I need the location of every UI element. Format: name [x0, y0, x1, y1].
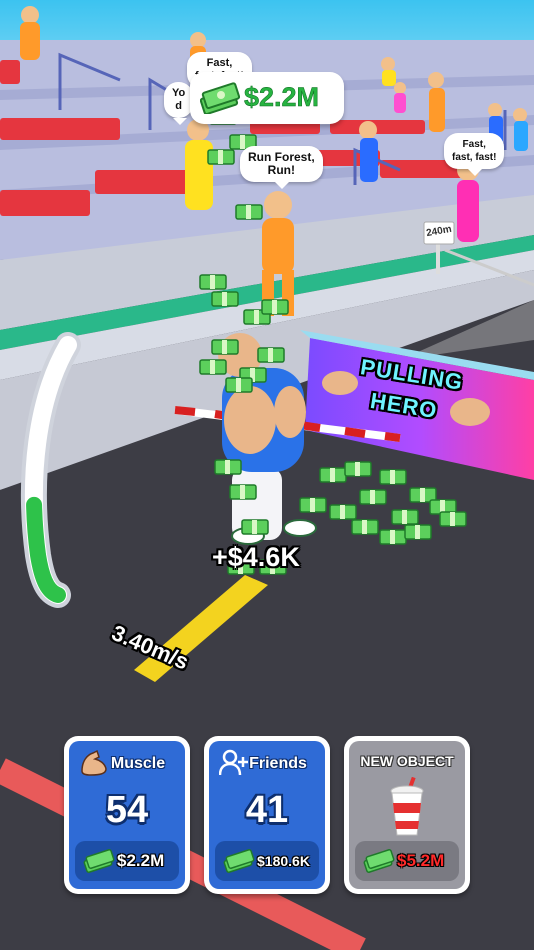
upgrade-card-friends[interactable]: Friends 41 $180.6K [204, 736, 330, 894]
upgrade-level: 41 [245, 789, 289, 831]
money-stack-icon [223, 849, 255, 873]
speech-bubble-3: Run Forest, Run! [240, 146, 323, 189]
money-stack-icon [200, 82, 240, 114]
money-stack-icon [363, 849, 395, 873]
upgrade-price: $5.2M [397, 851, 445, 870]
upgrade-price-button[interactable]: $2.2M [75, 841, 179, 881]
cash-total-value: $2.2M [244, 82, 320, 113]
spectator-orange-1 [20, 6, 40, 60]
drink-cup-icon [390, 777, 424, 836]
upgrade-level: 54 [105, 789, 149, 831]
upgrade-card-new-object[interactable]: NEW OBJECT $5.2M [344, 736, 470, 894]
speech-bubble-4: Fast, fast, fast! [444, 133, 505, 176]
upgrade-title: NEW OBJECT [360, 753, 454, 769]
speech-bubble-2: Yo d [164, 82, 194, 125]
upgrade-card-muscle[interactable]: Muscle 54 $2.2M [64, 736, 190, 894]
earn-popup: +$4.6K [212, 542, 300, 572]
upgrade-price: $2.2M [117, 851, 165, 870]
upgrade-title: Friends [249, 755, 307, 772]
upgrade-price-button[interactable]: $180.6K [215, 841, 319, 881]
cash-total-display: $2.2M [190, 72, 344, 124]
upgrade-price-button[interactable]: $5.2M [355, 841, 459, 881]
money-stack-icon [83, 849, 115, 873]
upgrade-title: Muscle [110, 755, 166, 772]
upgrade-price: $180.6K [257, 853, 310, 869]
power-meter [20, 332, 81, 608]
